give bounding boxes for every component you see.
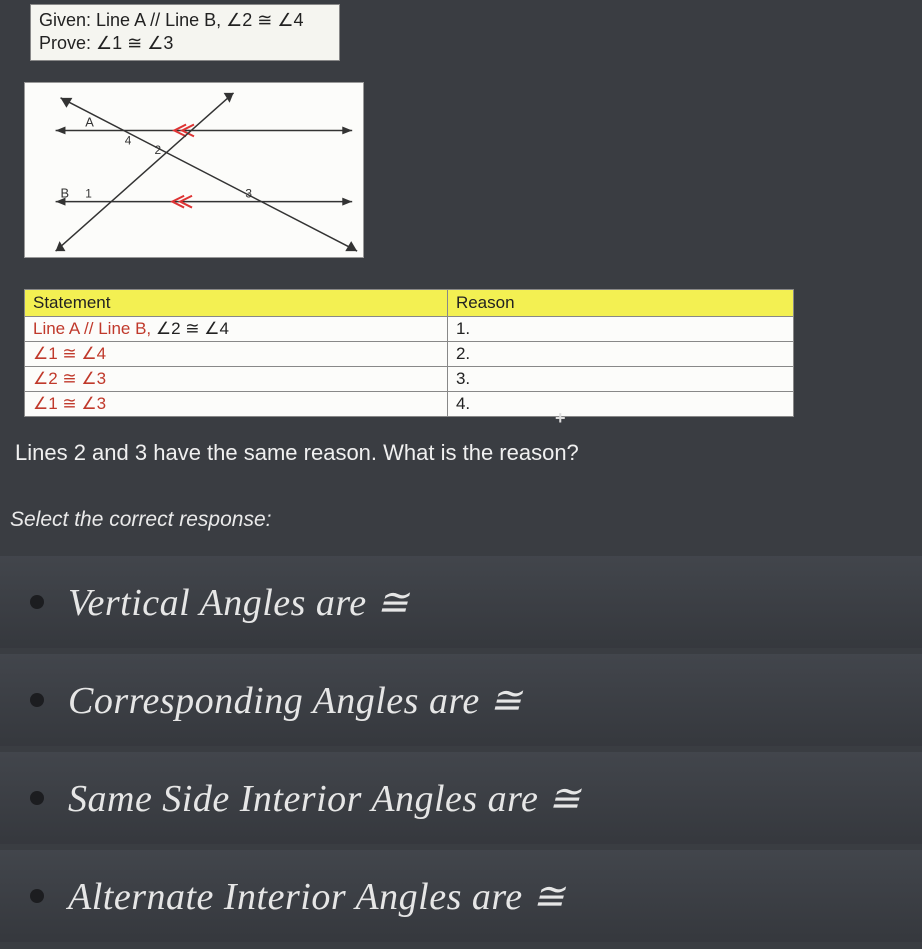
radio-icon (30, 595, 44, 609)
reason-1: 1. (447, 317, 793, 342)
angle-1: 1 (85, 187, 92, 201)
label-a: A (85, 115, 94, 130)
prompt-text: Select the correct response: (10, 508, 271, 532)
table-row: ∠2 ≅ ∠3 3. (25, 367, 794, 392)
stmt-4: ∠1 ≅ ∠3 (25, 392, 448, 417)
radio-icon (30, 791, 44, 805)
reason-4: 4. (447, 392, 793, 417)
given-prove-box: Given: Line A // Line B, ∠2 ≅ ∠4 Prove: … (30, 4, 340, 61)
option-corresponding-angles[interactable]: Corresponding Angles are ≅ (0, 654, 922, 746)
angle-3: 3 (245, 187, 252, 201)
table-header-row: Statement Reason (25, 290, 794, 317)
prove-text: Prove: ∠1 ≅ ∠3 (39, 32, 331, 55)
label-b: B (61, 186, 70, 201)
option-alternate-interior[interactable]: Alternate Interior Angles are ≅ (0, 850, 922, 942)
given-text: Given: Line A // Line B, ∠2 ≅ ∠4 (39, 9, 331, 32)
option-vertical-angles[interactable]: Vertical Angles are ≅ (0, 556, 922, 648)
angle-4: 4 (125, 133, 132, 147)
table-row: Line A // Line B, ∠2 ≅ ∠4 1. (25, 317, 794, 342)
angle-2: 2 (154, 143, 161, 157)
stmt-1a: Line A // Line B, (33, 319, 151, 338)
header-reason: Reason (447, 290, 793, 317)
table-row: ∠1 ≅ ∠4 2. (25, 342, 794, 367)
table-row: ∠1 ≅ ∠3 4. (25, 392, 794, 417)
option-same-side-interior[interactable]: Same Side Interior Angles are ≅ (0, 752, 922, 844)
reason-3: 3. (447, 367, 793, 392)
header-statement: Statement (25, 290, 448, 317)
stmt-1b: ∠2 ≅ ∠4 (156, 319, 229, 338)
option-label: Same Side Interior Angles are ≅ (68, 776, 581, 821)
radio-icon (30, 693, 44, 707)
reason-2: 2. (447, 342, 793, 367)
proof-table: Statement Reason Line A // Line B, ∠2 ≅ … (24, 289, 794, 417)
option-label: Alternate Interior Angles are ≅ (68, 874, 565, 919)
option-label: Vertical Angles are ≅ (68, 580, 409, 625)
question-text: Lines 2 and 3 have the same reason. What… (15, 440, 579, 466)
options-list: Vertical Angles are ≅ Corresponding Angl… (0, 556, 922, 948)
radio-icon (30, 889, 44, 903)
stmt-3: ∠2 ≅ ∠3 (25, 367, 448, 392)
diagram: A B 4 2 1 3 (24, 82, 364, 258)
cursor-icon: + (555, 408, 566, 429)
stmt-2: ∠1 ≅ ∠4 (25, 342, 448, 367)
option-label: Corresponding Angles are ≅ (68, 678, 522, 723)
